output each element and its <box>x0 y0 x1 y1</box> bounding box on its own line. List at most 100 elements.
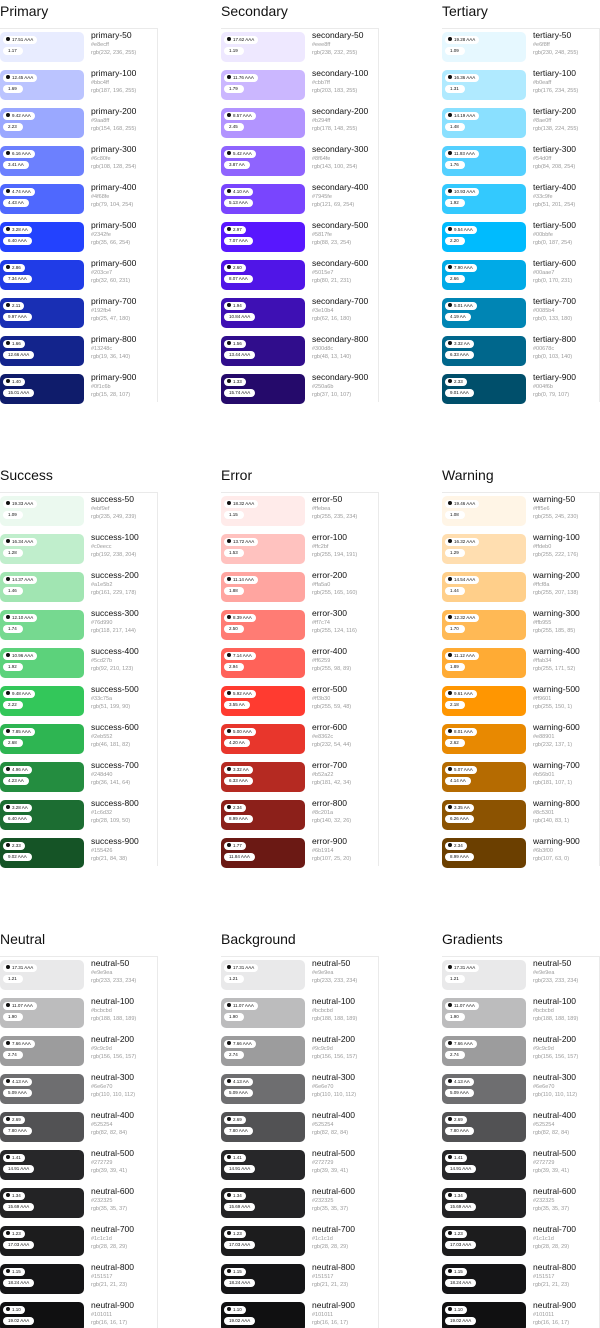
color-swatch[interactable]: 5.42 AAA 3.87 AA <box>221 146 305 176</box>
color-swatch[interactable]: 4.96 AA 4.23 AA <box>0 762 84 792</box>
color-swatch[interactable]: 3.35 AA 6.26 AAA <box>442 800 526 830</box>
color-swatch[interactable]: 1.23 17.03 AAA <box>0 1226 84 1256</box>
color-swatch[interactable]: 2.86 7.34 AAA <box>0 260 84 290</box>
color-swatch[interactable]: 11.07 AAA 1.90 <box>221 998 305 1028</box>
color-swatch[interactable]: 3.28 AA 6.40 AAA <box>0 800 84 830</box>
color-swatch[interactable]: 9.48 AAA 2.22 <box>0 686 84 716</box>
color-swatch[interactable]: 8.57 AAA 2.45 <box>221 108 305 138</box>
color-swatch[interactable]: 4.13 AA 5.09 AAA <box>221 1074 305 1104</box>
color-swatch[interactable]: 1.41 14.91 AAA <box>0 1150 84 1180</box>
color-swatch[interactable]: 18.32 AAA 1.15 <box>221 496 305 526</box>
color-swatch[interactable]: 1.15 18.24 AAA <box>0 1264 84 1294</box>
color-swatch[interactable]: 5.92 AAA 3.55 AA <box>221 686 305 716</box>
color-swatch[interactable]: 11.07 AAA 1.90 <box>442 998 526 1028</box>
color-swatch[interactable]: 12.45 AAA 1.69 <box>0 70 84 100</box>
color-swatch[interactable]: 1.41 14.91 AAA <box>221 1150 305 1180</box>
color-swatch[interactable]: 3.32 AA 6.33 AAA <box>221 762 305 792</box>
color-swatch[interactable]: 3.32 AA 6.33 AAA <box>442 336 526 366</box>
color-swatch[interactable]: 2.34 8.99 AAA <box>221 800 305 830</box>
color-swatch[interactable]: 2.34 8.99 AAA <box>442 838 526 868</box>
color-swatch[interactable]: 4.74 AAA 4.43 AA <box>0 184 84 214</box>
color-swatch[interactable]: 7.66 AAA 2.74 <box>221 1036 305 1066</box>
ratio-badge: 4.19 AA <box>445 313 471 321</box>
color-swatch[interactable]: 2.33 9.01 AAA <box>442 374 526 404</box>
color-swatch[interactable]: 17.51 AAA 1.17 <box>0 32 84 62</box>
color-swatch[interactable]: 19.28 AAA 1.09 <box>442 32 526 62</box>
color-swatch[interactable]: 1.10 19.02 AAA <box>221 1302 305 1328</box>
color-swatch[interactable]: 14.37 AAA 1.46 <box>0 572 84 602</box>
color-swatch[interactable]: 14.54 AAA 1.44 <box>442 572 526 602</box>
color-swatch[interactable]: 10.93 AAA 1.92 <box>442 184 526 214</box>
color-swatch[interactable]: 13.72 AAA 1.53 <box>221 534 305 564</box>
color-swatch[interactable]: 9.42 AAA 2.23 <box>0 108 84 138</box>
color-swatch[interactable]: 1.10 19.02 AAA <box>442 1302 526 1328</box>
color-swatch[interactable]: 5.00 AAA 4.20 AA <box>221 724 305 754</box>
color-swatch[interactable]: 12.10 AAA 1.74 <box>0 610 84 640</box>
ratio-badge: 6.33 AAA <box>445 351 474 359</box>
contrast-dot-icon <box>6 37 10 42</box>
color-swatch[interactable]: 17.62 AAA 1.19 <box>221 32 305 62</box>
contrast-badge: 10.96 AAA <box>3 652 38 660</box>
color-swatch[interactable]: 7.66 AAA 2.74 <box>442 1036 526 1066</box>
color-hex: #e9e9ea <box>312 970 334 976</box>
color-swatch[interactable]: 10.96 AAA 1.92 <box>0 648 84 678</box>
color-swatch[interactable]: 16.34 AAA 1.28 <box>0 534 84 564</box>
color-swatch[interactable]: 16.32 AAA 1.29 <box>442 534 526 564</box>
color-swatch[interactable]: 1.15 18.24 AAA <box>221 1264 305 1294</box>
color-swatch[interactable]: 5.07 AAA 4.14 AA <box>442 762 526 792</box>
color-swatch[interactable]: 7.14 AAA 2.94 <box>221 648 305 678</box>
color-swatch[interactable]: 1.41 14.91 AAA <box>442 1150 526 1180</box>
color-swatch[interactable]: 8.01 AAA 2.62 <box>442 724 526 754</box>
color-swatch[interactable]: 11.12 AAA 1.89 <box>442 648 526 678</box>
color-swatch[interactable]: 17.31 AAA 1.21 <box>442 960 526 990</box>
color-swatch[interactable]: 1.56 13.44 AAA <box>221 336 305 366</box>
color-swatch[interactable]: 1.34 15.69 AAA <box>0 1188 84 1218</box>
color-swatch[interactable]: 2.97 7.07 AAA <box>221 222 305 252</box>
color-swatch[interactable]: 1.15 18.24 AAA <box>442 1264 526 1294</box>
color-rgb: rgb(143, 100, 254) <box>312 164 358 170</box>
color-swatch[interactable]: 8.39 AAA 2.50 <box>221 610 305 640</box>
color-swatch[interactable]: 11.93 AAA 1.76 <box>442 146 526 176</box>
color-swatch[interactable]: 12.32 AAA 1.70 <box>442 610 526 640</box>
color-swatch[interactable]: 1.77 11.84 AAA <box>221 838 305 868</box>
color-swatch[interactable]: 17.31 AAA 1.21 <box>0 960 84 990</box>
color-swatch[interactable]: 1.10 19.02 AAA <box>0 1302 84 1328</box>
color-swatch[interactable]: 19.46 AAA 1.08 <box>442 496 526 526</box>
color-swatch[interactable]: 2.11 9.97 AAA <box>0 298 84 328</box>
color-swatch[interactable]: 2.69 7.80 AAA <box>221 1112 305 1142</box>
color-swatch[interactable]: 9.61 AAA 2.18 <box>442 686 526 716</box>
color-swatch[interactable]: 1.94 10.84 AAA <box>221 298 305 328</box>
color-swatch[interactable]: 1.34 15.69 AAA <box>221 1188 305 1218</box>
color-swatch[interactable]: 2.69 7.80 AAA <box>442 1112 526 1142</box>
color-swatch[interactable]: 1.23 17.03 AAA <box>221 1226 305 1256</box>
color-swatch[interactable]: 11.07 AAA 1.90 <box>0 998 84 1028</box>
color-swatch[interactable]: 14.19 AAA 1.48 <box>442 108 526 138</box>
color-swatch[interactable]: 16.36 AAA 1.31 <box>442 70 526 100</box>
color-name: warning-700 <box>533 760 580 770</box>
color-swatch[interactable]: 6.16 AAA 3.41 AA <box>0 146 84 176</box>
color-swatch[interactable]: 1.40 15.01 AAA <box>0 374 84 404</box>
color-swatch[interactable]: 2.69 7.80 AAA <box>0 1112 84 1142</box>
color-swatch[interactable]: 9.54 AAA 2.20 <box>442 222 526 252</box>
color-swatch[interactable]: 17.31 AAA 1.21 <box>221 960 305 990</box>
color-swatch[interactable]: 4.10 AA 5.13 AAA <box>221 184 305 214</box>
color-swatch[interactable]: 7.85 AAA 2.68 <box>0 724 84 754</box>
contrast-dot-icon <box>448 1079 452 1084</box>
color-swatch[interactable]: 11.76 AAA 1.79 <box>221 70 305 100</box>
contrast-dot-icon <box>227 341 231 346</box>
color-swatch[interactable]: 2.33 9.02 AAA <box>0 838 84 868</box>
color-swatch[interactable]: 5.01 AAA 4.19 AA <box>442 298 526 328</box>
color-swatch[interactable]: 11.14 AAA 1.88 <box>221 572 305 602</box>
color-swatch[interactable]: 7.90 AAA 2.66 <box>442 260 526 290</box>
color-name: neutral-400 <box>91 1110 135 1120</box>
color-swatch[interactable]: 4.13 AA 5.09 AAA <box>442 1074 526 1104</box>
color-swatch[interactable]: 1.23 17.03 AAA <box>442 1226 526 1256</box>
color-swatch[interactable]: 2.60 8.07 AAA <box>221 260 305 290</box>
color-swatch[interactable]: 1.34 15.69 AAA <box>442 1188 526 1218</box>
color-swatch[interactable]: 4.13 AA 5.09 AAA <box>0 1074 84 1104</box>
color-swatch[interactable]: 3.28 AA 6.40 AAA <box>0 222 84 252</box>
color-swatch[interactable]: 1.66 12.66 AAA <box>0 336 84 366</box>
color-swatch[interactable]: 7.66 AAA 2.74 <box>0 1036 84 1066</box>
color-swatch[interactable]: 1.33 15.74 AAA <box>221 374 305 404</box>
color-swatch[interactable]: 19.33 AAA 1.09 <box>0 496 84 526</box>
